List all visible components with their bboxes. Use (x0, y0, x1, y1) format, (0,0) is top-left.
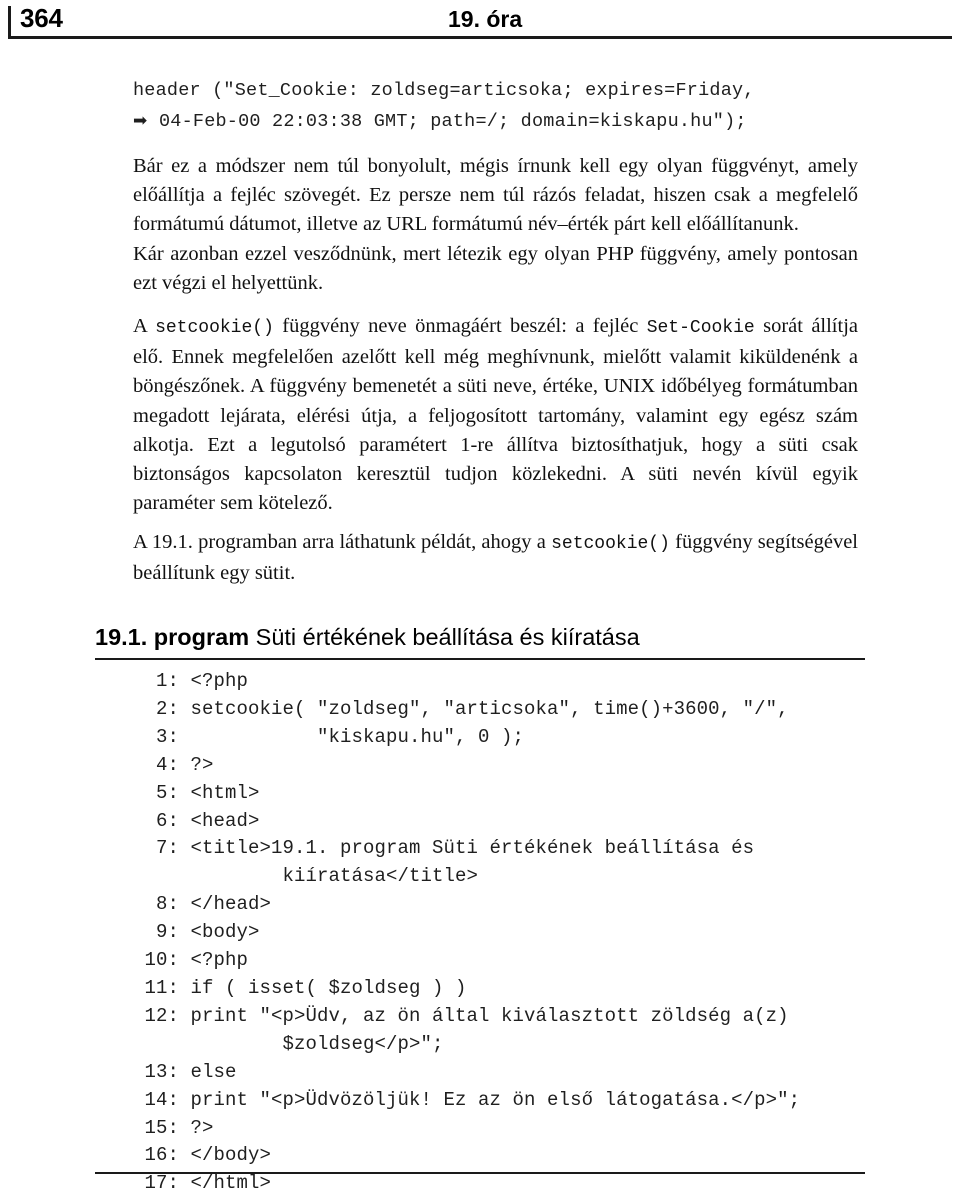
listing-line-number: 11 (141, 975, 179, 1003)
paragraph-2: Kár azonban ezzel vesződnünk, mert létez… (133, 240, 858, 298)
listing-line-number: 14 (141, 1087, 179, 1115)
running-head-tick (8, 6, 11, 39)
listing-line: 10 <?php (141, 947, 941, 975)
snippet-line-1: header ("Set_Cookie: zoldseg=articsoka; … (133, 80, 755, 101)
paragraph-2-block: Kár azonban ezzel vesződnünk, mert létez… (133, 240, 858, 298)
listing-line: 2 setcookie( "zoldseg", "articsoka", tim… (141, 696, 941, 724)
paragraph-3: A setcookie() függvény neve önmagáért be… (133, 312, 858, 518)
listing-line-code: </head> (179, 893, 272, 916)
paragraph-text-run: függvény neve önmagáért beszél: a fejléc (273, 315, 647, 337)
listing-line: 5 <html> (141, 780, 941, 808)
listing-line: 6 <head> (141, 808, 941, 836)
listing-line-code: ?> (179, 1116, 214, 1139)
listing-line: $zoldseg</p>"; (141, 1031, 941, 1059)
listing-line-number: 15 (141, 1115, 179, 1143)
listing-line: 16 </body> (141, 1142, 941, 1170)
listing-line: 13 else (141, 1059, 941, 1087)
listing-line: 11 if ( isset( $zoldseg ) ) (141, 975, 941, 1003)
listing-line: 12 print "<p>Üdv, az ön által kiválaszto… (141, 1003, 941, 1031)
listing-line-number: 9 (141, 919, 179, 947)
listing-line-number: 10 (141, 947, 179, 975)
listing-line-number: 5 (141, 780, 179, 808)
listing-heading-block: 19.1. program Süti értékének beállítása … (95, 622, 865, 660)
listing-line-number: 3 (141, 724, 179, 752)
listing-line-code: if ( isset( $zoldseg ) ) (179, 976, 467, 999)
listing-line: 3 "kiskapu.hu", 0 ); (141, 724, 941, 752)
listing-line-code: <?php (179, 670, 249, 692)
listing-line-number: 17 (141, 1170, 179, 1198)
listing-heading-number: 19.1. program (95, 624, 250, 650)
snippet-line-2-wrapper: ➡ 04-Feb-00 22:03:38 GMT; path=/; domain=… (133, 106, 858, 137)
listing-line-number: 12 (141, 1003, 179, 1031)
listing-line-code: "kiskapu.hu", 0 ); (179, 725, 525, 748)
paragraph-text-run: A 19.1. programban arra láthatunk példát… (133, 531, 552, 553)
paragraph-text-run: A (133, 315, 156, 337)
listing-line-number: 1 (141, 668, 179, 696)
paragraph-1-block: Bár ez a módszer nem túl bonyolult, mégi… (133, 152, 858, 240)
paragraph-3-block: A setcookie() függvény neve önmagáért be… (133, 312, 858, 518)
inline-code: setcookie() (155, 318, 274, 338)
listing-line-code: print "<p>Üdvözöljük! Ez az ön első láto… (179, 1088, 801, 1111)
listing-line: 4 ?> (141, 752, 941, 780)
listing-line-code: print "<p>Üdv, az ön által kiválasztott … (179, 1004, 789, 1027)
inline-code: Set-Cookie (646, 318, 755, 338)
listing-line-code: </body> (179, 1144, 272, 1167)
listing-line-number: 13 (141, 1059, 179, 1087)
listing-line-number: 16 (141, 1142, 179, 1170)
listing-line: 1 <?php (141, 668, 941, 696)
listing-line-number: 6 (141, 808, 179, 836)
continuation-arrow-icon: ➡ (133, 111, 148, 131)
listing-top-rule (95, 658, 865, 660)
listing-bottom-rule-block (95, 1172, 865, 1174)
listing-line-code: <body> (179, 921, 260, 944)
paragraph-4-block: A 19.1. programban arra láthatunk példát… (133, 528, 858, 588)
listing-line-code: ?> (179, 753, 214, 776)
paragraph-4: A 19.1. programban arra láthatunk példát… (133, 528, 858, 588)
listing-line-number: 2 (141, 696, 179, 724)
listing-line: 8 </head> (141, 891, 941, 919)
program-listing: 1 <?php2 setcookie( "zoldseg", "articsok… (141, 668, 941, 1198)
inline-code: setcookie() (551, 534, 670, 554)
listing-heading-caption: Süti értékének beállítása és kiíratása (255, 624, 640, 650)
paragraph-text-run: Kár azonban ezzel vesződnünk, mert létez… (133, 243, 858, 295)
listing-line-number: 4 (141, 752, 179, 780)
listing-line: 15 ?> (141, 1115, 941, 1143)
page-number: 364 (20, 3, 63, 33)
header-code-snippet: header ("Set_Cookie: zoldseg=articsoka; … (133, 76, 858, 137)
document-page: 364 19. óra header ("Set_Cookie: zoldseg… (0, 0, 960, 1194)
listing-line-code: else (179, 1060, 237, 1083)
paragraph-text-run: sorát állítja elő. Ennek megfelelően aze… (133, 315, 858, 515)
listing-line-code: <title>19.1. program Süti értékének beál… (179, 837, 755, 860)
running-head-rule (8, 36, 952, 39)
listing-line: 7 <title>19.1. program Süti értékének be… (141, 835, 941, 863)
listing-line-code: $zoldseg</p>"; (179, 1032, 444, 1055)
listing-line-code: kiíratása</title> (179, 865, 479, 888)
listing-heading: 19.1. program Süti értékének beállítása … (95, 622, 865, 652)
listing-line-code: <?php (179, 949, 249, 972)
paragraph-text-run: Bár ez a módszer nem túl bonyolult, mégi… (133, 155, 858, 236)
running-head: 364 19. óra (0, 0, 960, 44)
listing-line: 9 <body> (141, 919, 941, 947)
listing-line-code: <html> (179, 781, 260, 804)
listing-line: kiíratása</title> (141, 863, 941, 891)
snippet-line-2: 04-Feb-00 22:03:38 GMT; path=/; domain=k… (159, 111, 747, 132)
listing-line-code: setcookie( "zoldseg", "articsoka", time(… (179, 697, 789, 720)
listing-line-code: </html> (179, 1172, 272, 1195)
listing-line-number: 8 (141, 891, 179, 919)
paragraph-1: Bár ez a módszer nem túl bonyolult, mégi… (133, 152, 858, 240)
listing-line: 14 print "<p>Üdvözöljük! Ez az ön első l… (141, 1087, 941, 1115)
listing-line-number: 7 (141, 835, 179, 863)
running-head-title: 19. óra (448, 6, 523, 32)
listing-line-code: <head> (179, 809, 260, 832)
listing-bottom-rule (95, 1172, 865, 1174)
listing-line: 17 </html> (141, 1170, 941, 1198)
